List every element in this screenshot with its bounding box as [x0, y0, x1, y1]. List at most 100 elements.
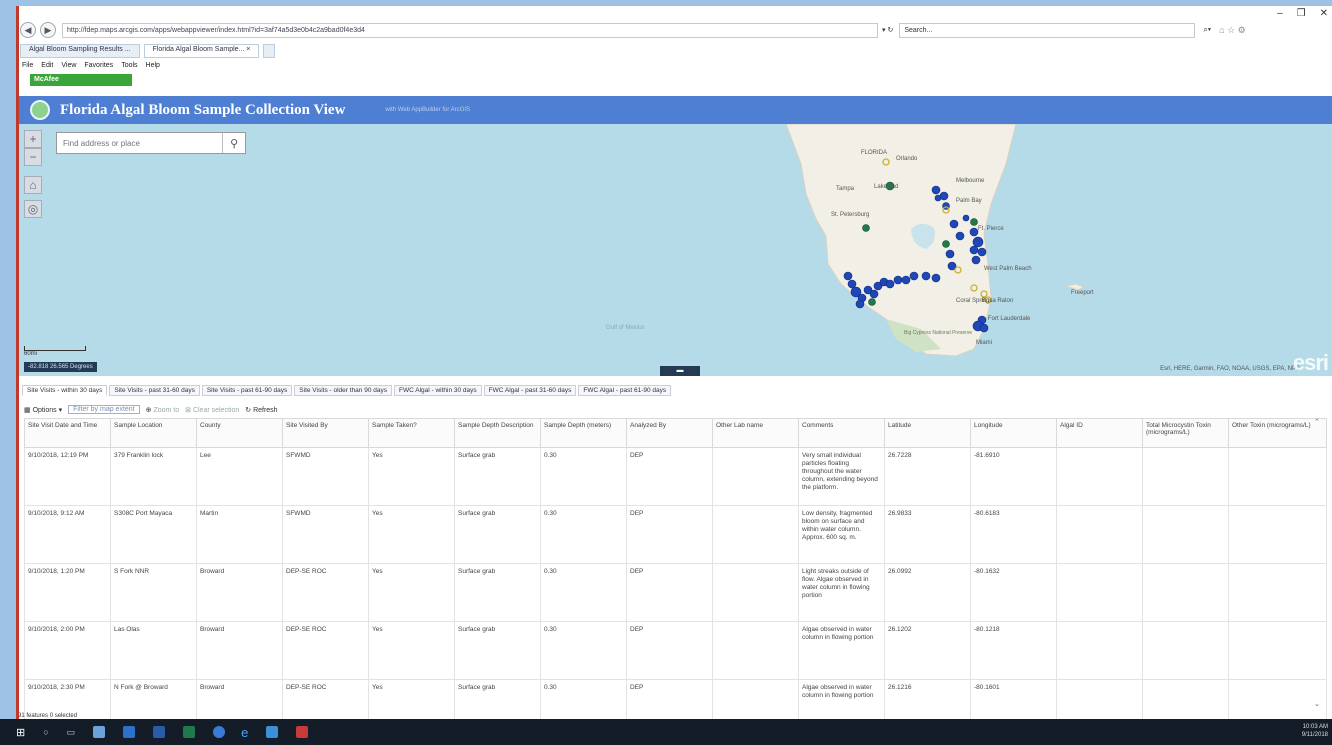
- file-explorer-icon[interactable]: [93, 726, 106, 738]
- column-header[interactable]: Sample Depth (meters): [540, 418, 627, 448]
- filter-by-extent-button[interactable]: Filter by map extent: [68, 405, 140, 414]
- refresh-button[interactable]: ↻ Refresh: [245, 406, 277, 414]
- table-cell: -81.6910: [970, 447, 1057, 506]
- table-cell: [1142, 563, 1229, 622]
- column-header[interactable]: Longitude: [970, 418, 1057, 448]
- table-cell: [712, 621, 799, 680]
- menu-file[interactable]: File: [22, 62, 33, 69]
- restore-icon[interactable]: ❐: [1297, 8, 1306, 19]
- table-cell: [1056, 505, 1143, 564]
- menu-view[interactable]: View: [61, 62, 76, 69]
- table-cell: Martin: [196, 505, 283, 564]
- map-view[interactable]: FLORIDA Orlando Tampa Lakeland St. Peter…: [16, 124, 1332, 376]
- table-row[interactable]: 9/10/2018, 9:12 AM S308C Port Mayaca Marti…: [24, 505, 1327, 564]
- table-cell: [1056, 447, 1143, 506]
- table-row[interactable]: 9/10/2018, 2:30 PM N Fork @ Broward Browar…: [24, 679, 1327, 719]
- powerpoint-icon[interactable]: [296, 726, 309, 738]
- table-cell: [1142, 447, 1229, 506]
- geocoder-search: ⚲: [56, 132, 246, 154]
- column-header[interactable]: Analyzed By: [626, 418, 713, 448]
- column-header[interactable]: Site Visit Date and Time: [24, 418, 111, 448]
- menu-edit[interactable]: Edit: [41, 62, 53, 69]
- task-view-icon[interactable]: ▭: [67, 727, 76, 738]
- map-label-westpalm: West Palm Beach: [984, 266, 1032, 272]
- collapse-map-handle[interactable]: ▬: [660, 366, 700, 376]
- word-icon[interactable]: [153, 726, 166, 738]
- browser-tab-active[interactable]: Florida Algal Bloom Sample... ×: [143, 44, 260, 58]
- excel-icon[interactable]: [183, 726, 196, 738]
- zoom-to-button[interactable]: ⊕ Zoom to: [146, 406, 180, 414]
- scroll-up-icon[interactable]: ⌃: [1314, 418, 1324, 426]
- column-header[interactable]: Other Lab name: [712, 418, 799, 448]
- app-title: Florida Algal Bloom Sample Collection Vi…: [60, 101, 346, 118]
- outlook-icon[interactable]: [123, 726, 136, 738]
- refresh-url-icon[interactable]: ▾ ↻: [882, 26, 893, 34]
- table-tab[interactable]: FWC Algal - within 30 days: [393, 385, 482, 396]
- back-icon[interactable]: ◀: [20, 22, 36, 38]
- system-clock[interactable]: 10:03 AM 9/11/2018: [1302, 723, 1328, 739]
- zoom-in-button[interactable]: +: [24, 130, 42, 148]
- options-menu[interactable]: ▦ Options ▾: [24, 406, 62, 414]
- cortana-icon[interactable]: ○: [43, 727, 48, 737]
- close-icon[interactable]: ✕: [1320, 8, 1328, 19]
- table-tab[interactable]: Site Visits - past 61-90 days: [201, 385, 293, 396]
- favorites-icon[interactable]: ⌂ ☆ ⚙: [1219, 25, 1246, 36]
- map-label-ftpierce: Ft. Pierce: [978, 226, 1004, 232]
- attribute-table-tabs: Site Visits - within 30 days Site Visits…: [22, 385, 673, 396]
- table-cell: S Fork NNR: [110, 563, 197, 622]
- url-field[interactable]: http://fdep.maps.arcgis.com/apps/webappv…: [62, 22, 878, 38]
- scroll-down-icon[interactable]: ⌄: [1314, 700, 1320, 708]
- browser-search-input[interactable]: Search...: [899, 22, 1196, 38]
- column-header[interactable]: Comments: [798, 418, 885, 448]
- start-windows-icon[interactable]: ⊞: [16, 726, 25, 739]
- table-row[interactable]: 9/10/2018, 1:20 PM S Fork NNR Broward DEP-S…: [24, 563, 1327, 622]
- home-button[interactable]: ⌂: [24, 176, 42, 194]
- column-header[interactable]: Sample Location: [110, 418, 197, 448]
- table-tab[interactable]: Site Visits - within 30 days: [22, 385, 108, 396]
- menu-tools[interactable]: Tools: [121, 62, 137, 69]
- table-scrollbar[interactable]: ⌃ ⌄: [1314, 418, 1324, 708]
- column-header[interactable]: Latitude: [884, 418, 971, 448]
- app-icon[interactable]: [213, 726, 226, 738]
- table-row[interactable]: 9/10/2018, 12:19 PM 379 Franklin lock Lee S…: [24, 447, 1327, 506]
- internet-explorer-icon[interactable]: e: [241, 725, 248, 740]
- table-cell: [712, 505, 799, 564]
- minimize-icon[interactable]: –: [1277, 8, 1283, 19]
- mcafee-toolbar-button[interactable]: McAfee: [30, 74, 132, 86]
- table-cell: Yes: [368, 447, 455, 506]
- menu-favorites[interactable]: Favorites: [84, 62, 113, 69]
- find-address-input[interactable]: [57, 137, 223, 149]
- locate-button[interactable]: ◎: [24, 200, 42, 218]
- menu-help[interactable]: Help: [146, 62, 160, 69]
- table-tab[interactable]: FWC Algal - past 61-90 days: [578, 385, 672, 396]
- table-tab[interactable]: FWC Algal - past 31-60 days: [483, 385, 577, 396]
- column-header[interactable]: Sample Taken?: [368, 418, 455, 448]
- table-cell: 9/10/2018, 2:00 PM: [24, 621, 111, 680]
- column-header[interactable]: County: [196, 418, 283, 448]
- table-header: Site Visit Date and Time Sample Location C…: [24, 418, 1327, 448]
- forward-icon[interactable]: ▶: [40, 22, 56, 38]
- table-cell: Broward: [196, 621, 283, 680]
- column-header[interactable]: Other Toxin (micrograms/L): [1228, 418, 1327, 448]
- table-tab[interactable]: Site Visits - older than 90 days: [294, 385, 392, 396]
- table-row[interactable]: 9/10/2018, 2:00 PM Las Olas Broward DEP-SE …: [24, 621, 1327, 680]
- search-button[interactable]: ⚲: [222, 133, 245, 153]
- column-header[interactable]: Algal ID: [1056, 418, 1143, 448]
- column-header[interactable]: Total Microcystin Toxin (micrograms/L): [1142, 418, 1229, 448]
- store-icon[interactable]: [266, 726, 279, 738]
- clear-selection-button[interactable]: ⊠ Clear selection: [185, 406, 239, 414]
- table-tab[interactable]: Site Visits - past 31-60 days: [109, 385, 200, 396]
- app-subtitle: with Web AppBuilder for ArcGIS: [385, 107, 471, 113]
- browser-tab[interactable]: Algal Bloom Sampling Results ...: [20, 44, 140, 58]
- table-cell: Surface grab: [454, 505, 541, 564]
- table-cell: 26.1216: [884, 679, 971, 719]
- table-cell: 379 Franklin lock: [110, 447, 197, 506]
- column-header[interactable]: Sample Depth Description: [454, 418, 541, 448]
- zoom-out-button[interactable]: −: [24, 148, 42, 166]
- column-header[interactable]: Site Visited By: [282, 418, 369, 448]
- search-dropdown-icon[interactable]: ⌕▾: [1203, 25, 1211, 35]
- map-label-palmbay: Palm Bay: [956, 198, 982, 204]
- window-edge: [16, 6, 19, 719]
- new-tab-button[interactable]: [263, 44, 276, 58]
- table-cell: Surface grab: [454, 563, 541, 622]
